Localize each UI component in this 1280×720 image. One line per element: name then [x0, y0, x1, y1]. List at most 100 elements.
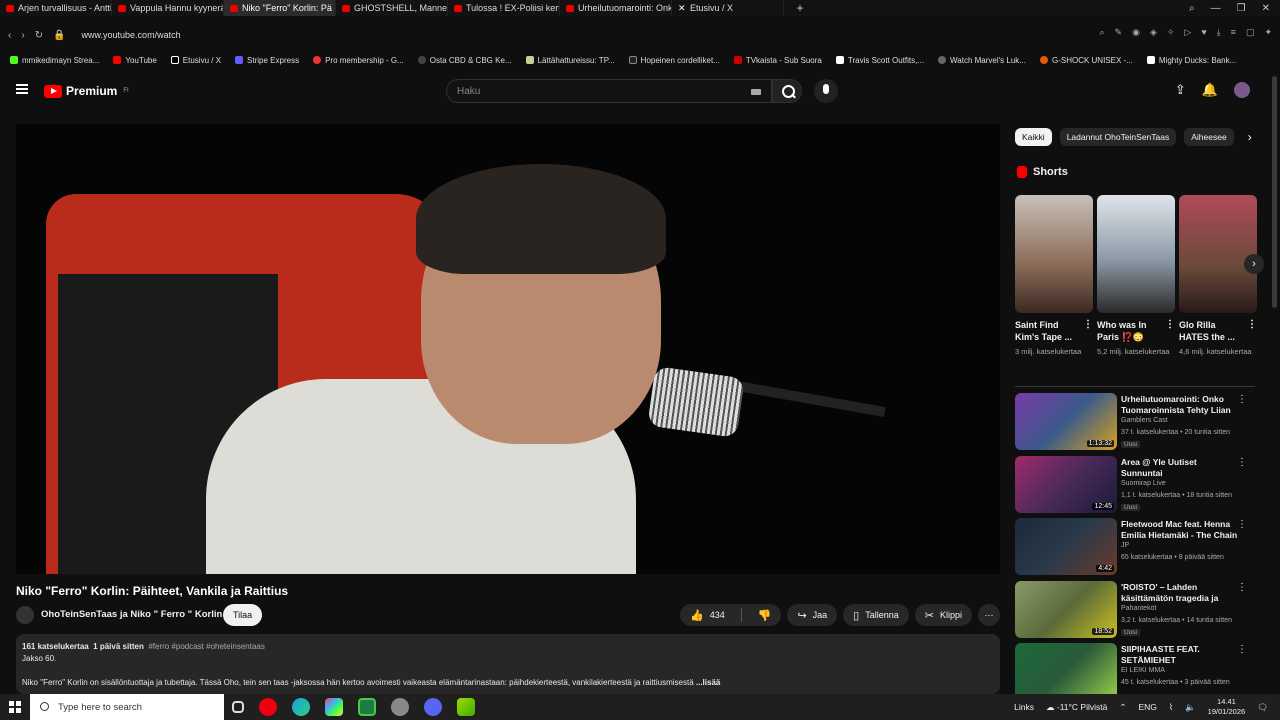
- extension-icon[interactable]: ✧: [1167, 27, 1175, 38]
- bookmark-item[interactable]: Hopeinen cordelliket...: [628, 56, 720, 65]
- minimize-icon[interactable]: —: [1211, 3, 1221, 14]
- short-title[interactable]: Who was In Paris ⁉️😳: [1097, 320, 1147, 342]
- more-vert-icon[interactable]: ⋮: [1237, 582, 1247, 593]
- hamburger-menu-icon[interactable]: [16, 84, 28, 94]
- clip-button[interactable]: ✂ Klippi: [914, 604, 972, 626]
- zoom-icon[interactable]: ⌕: [1100, 27, 1105, 38]
- channel-name[interactable]: JP: [1121, 542, 1129, 549]
- browser-tab-active[interactable]: Niko "Ferro" Korlin: Pä: [224, 0, 336, 16]
- browser-tab[interactable]: Vappula Hannu kyynerän: [112, 0, 224, 16]
- download-icon[interactable]: ⤓: [1217, 27, 1221, 38]
- taskbar-search-input[interactable]: Type here to search: [30, 694, 224, 720]
- bookmark-item[interactable]: Osta CBD & CBG Ke...: [417, 56, 512, 65]
- bookmark-item[interactable]: Travis Scott Outfits,...: [835, 56, 924, 65]
- short-item[interactable]: Who was In Paris ⁉️😳 ⋮ 5,2 milj. katseluk…: [1097, 195, 1175, 357]
- forward-icon[interactable]: ›: [21, 30, 24, 41]
- more-vert-icon[interactable]: ⋮: [1237, 457, 1247, 468]
- edit-icon[interactable]: ✎: [1115, 27, 1123, 38]
- short-title[interactable]: Glo Rilla HATES the ...: [1179, 320, 1235, 342]
- more-vert-icon[interactable]: ⋮: [1237, 644, 1247, 655]
- more-vert-icon[interactable]: ⋮: [1237, 394, 1247, 405]
- youtube-premium-logo[interactable]: Premium FI: [44, 84, 129, 98]
- spreadsheet-icon[interactable]: [358, 698, 376, 716]
- wallet-icon[interactable]: ▢: [1246, 27, 1255, 38]
- browser-tab[interactable]: Arjen turvallisuus - Antti: [0, 0, 112, 16]
- upload-icon[interactable]: ⇪: [1175, 82, 1186, 98]
- bookmark-item[interactable]: Pro membership - G...: [313, 56, 404, 65]
- more-vert-icon[interactable]: ⋮: [1083, 319, 1093, 331]
- bookmark-item[interactable]: Mighty Ducks: Bank...: [1146, 56, 1236, 65]
- video-title-link[interactable]: Fleetwood Mac feat. Henna Emilia Hietamä…: [1121, 519, 1239, 541]
- bookmark-item[interactable]: TVkaista - Sub Suora: [733, 56, 822, 65]
- hashtags[interactable]: #ferro #podcast #oheteinsentaas: [148, 642, 265, 651]
- channel-name[interactable]: Pahanteköt: [1121, 605, 1156, 612]
- volume-icon[interactable]: 🔈: [1185, 702, 1196, 713]
- back-icon[interactable]: ‹: [8, 30, 11, 41]
- video-thumbnail[interactable]: 4:42: [1015, 518, 1117, 575]
- recommended-video[interactable]: 12:45 Area @ Yle Uutiset Sunnuntai Suomi…: [1015, 455, 1255, 519]
- recommended-video[interactable]: 4:42 Fleetwood Mac feat. Henna Emilia Hi…: [1015, 518, 1255, 581]
- avatar[interactable]: [1234, 82, 1250, 98]
- ai-icon[interactable]: ✦: [1264, 27, 1272, 38]
- more-vert-icon[interactable]: ⋮: [1165, 319, 1175, 331]
- bookmark-item[interactable]: Stripe Express: [235, 56, 299, 65]
- language-indicator[interactable]: ENG: [1138, 702, 1156, 712]
- video-title-link[interactable]: SIIPIHAASTE FEAT. SETÄMIEHET: [1121, 644, 1239, 666]
- discord-icon[interactable]: [424, 698, 442, 716]
- chip-related[interactable]: Aiheesee: [1184, 128, 1234, 146]
- network-icon[interactable]: ⌇: [1169, 702, 1173, 713]
- reload-icon[interactable]: ↻: [35, 30, 43, 41]
- video-thumbnail[interactable]: [1015, 643, 1117, 700]
- maximize-icon[interactable]: ❐: [1237, 3, 1246, 14]
- links-toolbar[interactable]: Links: [1014, 702, 1034, 712]
- bookmark-item[interactable]: G-SHOCK UNISEX -...: [1039, 56, 1133, 65]
- short-item[interactable]: Saint Find Kim's Tape ... ⋮ 3 milj. katse…: [1015, 195, 1093, 357]
- like-button[interactable]: 👍 434: [680, 604, 735, 626]
- menu-lines-icon[interactable]: ≡: [1231, 27, 1236, 38]
- short-item[interactable]: Glo Rilla HATES the ... ⋮ 4,6 milj. katse…: [1179, 195, 1257, 357]
- browser-tab[interactable]: ✕ Etusivu / X: [672, 0, 784, 16]
- play-app-icon[interactable]: [457, 698, 475, 716]
- tray-expand-icon[interactable]: ⌃: [1119, 702, 1126, 713]
- video-player[interactable]: [16, 124, 1000, 574]
- bookmark-item[interactable]: mmikedimayn Strea...: [10, 56, 99, 65]
- short-thumbnail[interactable]: [1097, 195, 1175, 313]
- channel-name[interactable]: Suomirap Live: [1121, 480, 1166, 487]
- bell-icon[interactable]: 🔔: [1202, 82, 1218, 98]
- chevron-right-icon[interactable]: ›: [1248, 130, 1252, 144]
- voice-search-button[interactable]: [814, 79, 838, 103]
- store-icon[interactable]: [325, 698, 343, 716]
- clock[interactable]: 14.41 19/01/2026: [1208, 697, 1246, 717]
- play-icon[interactable]: ▷: [1184, 27, 1191, 38]
- video-title-link[interactable]: Urheilutuomarointi: Onko Tuomaroinnista …: [1121, 394, 1239, 416]
- channel-avatar[interactable]: [16, 606, 34, 624]
- more-vert-icon[interactable]: ⋮: [1247, 319, 1257, 331]
- bookmark-item[interactable]: YouTube: [113, 56, 157, 65]
- shorts-next-button[interactable]: ›: [1244, 254, 1264, 274]
- security-icon[interactable]: [391, 698, 409, 716]
- search-button[interactable]: [772, 79, 802, 103]
- edge-icon[interactable]: [292, 698, 310, 716]
- recommended-video[interactable]: 18:52 'ROISTO' – Lahden käsittämätön tra…: [1015, 580, 1255, 644]
- chip-uploaded-by[interactable]: Ladannut OhoTeinSenTaas: [1059, 128, 1177, 146]
- recommended-video[interactable]: 1:13:32 Urheilutuomarointi: Onko Tuomaro…: [1015, 393, 1255, 456]
- video-title-link[interactable]: 'ROISTO' – Lahden käsittämätön tragedia …: [1121, 582, 1239, 604]
- more-vert-icon[interactable]: ⋮: [1237, 519, 1247, 530]
- channel-name[interactable]: EI LEIKI MMA: [1121, 667, 1165, 674]
- bookmark-item[interactable]: Watch Marvel's Luk...: [938, 56, 1026, 65]
- browser-tab[interactable]: Tulossa ! EX-Poliisi kerto: [448, 0, 560, 16]
- browser-tab[interactable]: Urheilutuomarointi: Onko: [560, 0, 672, 16]
- video-thumbnail[interactable]: 12:45: [1015, 455, 1117, 513]
- share-button[interactable]: ↪ Jaa: [787, 604, 838, 626]
- task-view-icon[interactable]: [232, 701, 244, 713]
- camera-icon[interactable]: ◉: [1132, 27, 1140, 38]
- search-tabs-icon[interactable]: ⌕: [1189, 3, 1195, 14]
- short-title[interactable]: Saint Find Kim's Tape ...: [1015, 320, 1072, 342]
- close-icon[interactable]: ✕: [1262, 3, 1270, 14]
- url-field[interactable]: www.youtube.com/watch: [82, 30, 181, 40]
- browser-tab[interactable]: GHOSTSHELL, Mannequi: [336, 0, 448, 16]
- bookmark-item[interactable]: Lättähattureissu: TP...: [525, 56, 615, 65]
- video-thumbnail[interactable]: 1:13:32: [1015, 393, 1117, 450]
- keyboard-icon[interactable]: [751, 89, 761, 95]
- save-button[interactable]: ▯ Tallenna: [843, 604, 909, 626]
